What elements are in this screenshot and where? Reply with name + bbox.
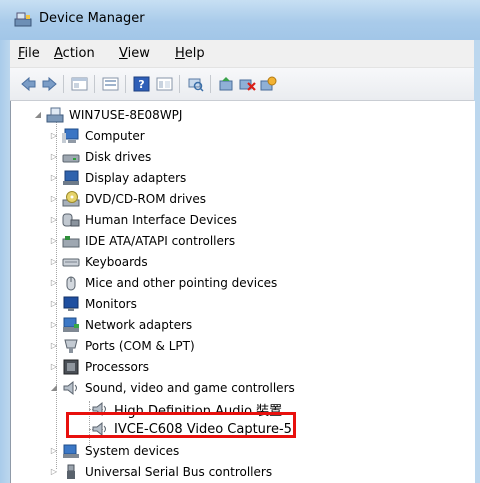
usb-icon: [67, 464, 75, 479]
toolbar-separator: [210, 75, 211, 93]
tree-node-mice[interactable]: ▷ Mice and other pointing devices: [49, 273, 277, 293]
mouse-icon: [66, 276, 76, 291]
expand-arrow-icon[interactable]: ▷: [49, 341, 59, 351]
properties-pane-icon[interactable]: [71, 76, 88, 92]
processor-icon: [63, 359, 79, 375]
ide-controller-icon: [62, 236, 80, 248]
scan-hardware-icon[interactable]: [187, 76, 204, 92]
tree-node-display-adapters[interactable]: ▷ Display adapters: [49, 168, 186, 188]
speaker-icon: [63, 380, 77, 396]
menu-file[interactable]: File: [18, 46, 40, 61]
expand-arrow-icon[interactable]: ▷: [49, 446, 59, 456]
title-bar[interactable]: Device Manager: [0, 0, 480, 40]
network-adapter-icon: [63, 317, 79, 332]
collapse-arrow-icon[interactable]: ◢: [49, 383, 59, 393]
tree-node-keyboards[interactable]: ▷ Keyboards: [49, 252, 148, 272]
monitor-icon: [63, 296, 79, 311]
tree-node-label: Computer: [85, 129, 145, 143]
toolbar-separator: [63, 75, 64, 93]
tree-node-label: System devices: [85, 444, 180, 458]
tree-node-ports[interactable]: ▷ Ports (COM & LPT): [49, 336, 195, 356]
window-title: Device Manager: [39, 11, 145, 26]
collapse-arrow-icon[interactable]: ◢: [33, 110, 43, 120]
toolbar-separator: [179, 75, 180, 93]
toolbar-separator: [94, 75, 95, 93]
device-manager-window: Device Manager File Action View Help ? ◢: [0, 0, 480, 483]
expand-arrow-icon[interactable]: ▷: [49, 299, 59, 309]
tree-node-label: Display adapters: [85, 171, 187, 185]
expand-arrow-icon[interactable]: ▷: [49, 194, 59, 204]
tree-node-label: Mice and other pointing devices: [85, 276, 278, 290]
dvd-drive-icon: [62, 191, 80, 207]
expand-arrow-icon[interactable]: ▷: [49, 152, 59, 162]
computer-root-icon: [46, 107, 64, 123]
window-frame-left: [0, 40, 10, 483]
menu-action[interactable]: Action: [54, 46, 95, 61]
tree-node-label: Human Interface Devices: [85, 213, 237, 227]
tree-node-label: Universal Serial Bus controllers: [85, 465, 273, 479]
expand-arrow-icon[interactable]: ▷: [49, 236, 59, 246]
tree-node-label: Monitors: [85, 297, 137, 311]
tree-root-node[interactable]: ◢ WIN7USE-8E08WPJ: [33, 105, 182, 125]
tree-node-monitors[interactable]: ▷ Monitors: [49, 294, 137, 314]
tree-node-usb-controllers[interactable]: ▷ Universal Serial Bus controllers: [49, 462, 272, 482]
tree-node-label: Processors: [85, 360, 150, 374]
back-icon[interactable]: [20, 76, 37, 92]
tree-node-label: DVD/CD-ROM drives: [85, 192, 207, 206]
update-driver-icon[interactable]: [218, 76, 235, 92]
expand-arrow-icon[interactable]: ▷: [49, 173, 59, 183]
forward-icon[interactable]: [41, 76, 58, 92]
menu-view[interactable]: View: [119, 46, 150, 61]
expand-arrow-icon[interactable]: ▷: [49, 257, 59, 267]
hid-icon: [62, 213, 80, 227]
tree-node-label: Network adapters: [85, 318, 193, 332]
tree-node-system-devices[interactable]: ▷ System devices: [49, 441, 179, 461]
tree-node-label: Disk drives: [85, 150, 152, 164]
tree-node-label: IDE ATA/ATAPI controllers: [85, 234, 236, 248]
tree-node-disk-drives[interactable]: ▷ Disk drives: [49, 147, 151, 167]
tree-node-computer[interactable]: ▷ Computer: [49, 126, 145, 146]
tree-node-sound-video-game[interactable]: ◢ Sound, video and game controllers: [49, 378, 295, 398]
toolbar-separator: [125, 75, 126, 93]
toolbar: ?: [10, 68, 474, 101]
svg-text:?: ?: [138, 78, 144, 91]
tree-node-ide-controllers[interactable]: ▷ IDE ATA/ATAPI controllers: [49, 231, 235, 251]
console-tree-icon[interactable]: [102, 76, 119, 92]
tree-node-processors[interactable]: ▷ Processors: [49, 357, 149, 377]
show-hide-icon[interactable]: [156, 76, 173, 92]
menu-bar: File Action View Help: [10, 40, 474, 68]
expand-arrow-icon[interactable]: ▷: [49, 467, 59, 477]
expand-arrow-icon[interactable]: ▷: [49, 278, 59, 288]
tree-node-label: Keyboards: [85, 255, 148, 269]
menu-help[interactable]: Help: [175, 46, 205, 61]
expand-arrow-icon[interactable]: ▷: [49, 215, 59, 225]
keyboard-icon: [62, 258, 80, 267]
display-adapter-icon: [63, 170, 79, 185]
expand-arrow-icon[interactable]: ▷: [49, 320, 59, 330]
tree-node-label: Sound, video and game controllers: [85, 381, 295, 395]
annotation-highlight-box: [66, 412, 296, 438]
expand-arrow-icon[interactable]: ▷: [49, 131, 59, 141]
expand-arrow-icon[interactable]: ▷: [49, 362, 59, 372]
tree-node-dvd-drives[interactable]: ▷ DVD/CD-ROM drives: [49, 189, 206, 209]
enable-device-icon[interactable]: [260, 76, 277, 92]
uninstall-icon[interactable]: [239, 76, 256, 92]
port-icon: [64, 339, 78, 353]
help-icon[interactable]: ?: [133, 76, 150, 92]
system-device-icon: [63, 444, 79, 458]
tree-node-label: Ports (COM & LPT): [85, 339, 195, 353]
tree-node-network-adapters[interactable]: ▷ Network adapters: [49, 315, 192, 335]
tree-root-label: WIN7USE-8E08WPJ: [69, 108, 183, 122]
disk-drive-icon: [62, 154, 80, 163]
device-manager-app-icon: [14, 12, 32, 27]
tree-node-human-interface-devices[interactable]: ▷ Human Interface Devices: [49, 210, 237, 230]
computer-icon: [62, 128, 79, 143]
